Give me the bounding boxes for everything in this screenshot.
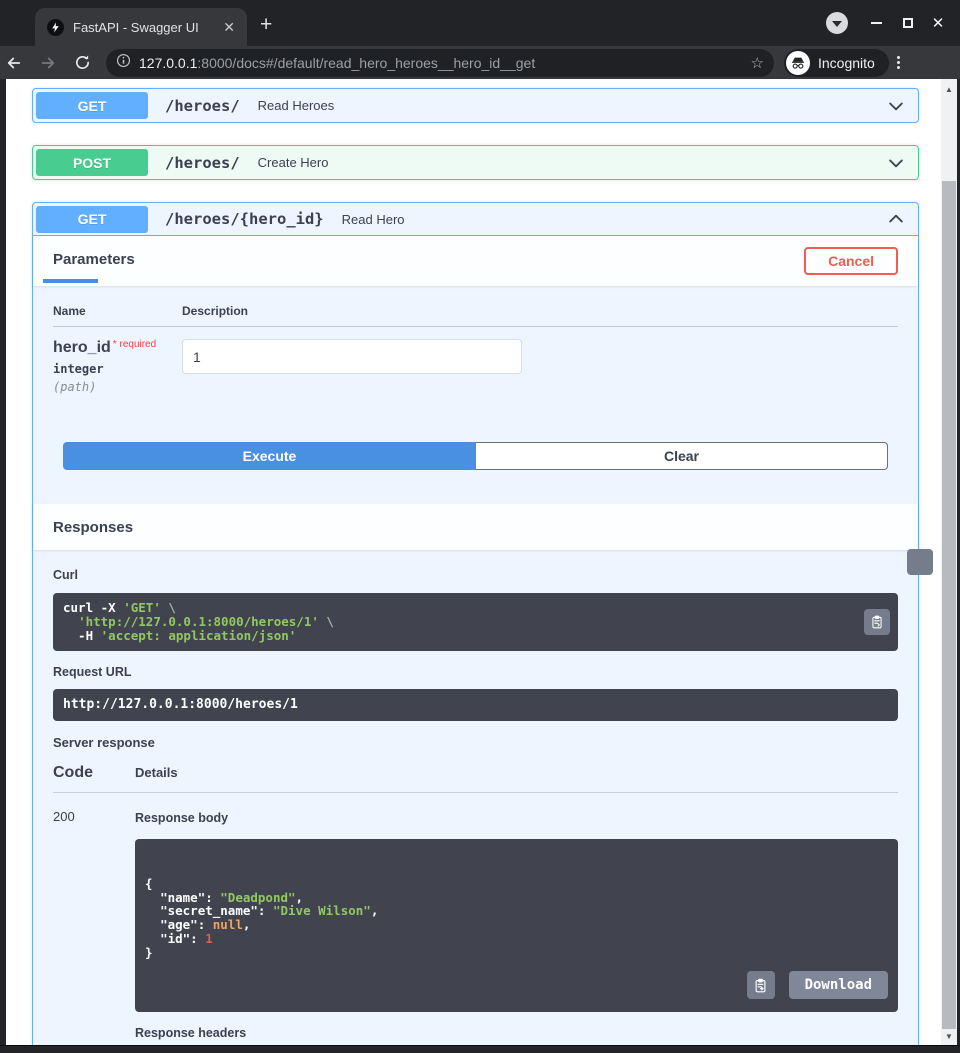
chevron-down-icon[interactable] xyxy=(884,96,906,116)
reload-icon[interactable] xyxy=(68,50,96,76)
back-icon[interactable] xyxy=(0,50,28,76)
op-summary-text: Create Hero xyxy=(257,155,329,170)
parameter-location: (path) xyxy=(53,380,97,394)
execute-button[interactable]: Execute xyxy=(63,442,476,470)
opblock-get-heroes: GET /heroes/ Read Heroes xyxy=(32,88,919,123)
url-text: 127.0.0.1:8000/docs#/default/read_hero_h… xyxy=(139,54,536,71)
status-code: 200 xyxy=(53,809,75,824)
fastapi-favicon-icon xyxy=(47,18,64,36)
op-summary-text: Read Hero xyxy=(341,211,405,227)
opblock-get-hero-by-id: GET /heroes/{hero_id} Read Hero Paramete… xyxy=(32,202,933,1045)
bookmark-star-icon[interactable]: ☆ xyxy=(751,54,764,72)
parameter-name: hero_id * required xyxy=(53,339,157,356)
responses-body: Curl curl -X 'GET' \ 'http://127.0.0.1:8… xyxy=(33,549,933,1045)
minimize-icon[interactable] xyxy=(866,14,886,32)
parameter-row-hero-id: hero_id * required integer (path) xyxy=(53,327,898,442)
curl-command-block: curl -X 'GET' \ 'http://127.0.0.1:8000/h… xyxy=(53,593,898,651)
parameter-value-cell xyxy=(182,339,522,394)
new-tab-icon[interactable]: + xyxy=(260,14,272,35)
name-column-header: Name xyxy=(53,304,86,318)
responses-title: Responses xyxy=(53,518,134,536)
chevron-up-icon[interactable] xyxy=(884,209,906,229)
op-path: /heroes/ xyxy=(165,153,240,172)
copy-response-icon[interactable] xyxy=(746,971,775,1000)
responses-section-header: Responses xyxy=(33,504,918,550)
op-summary-text: Read Heroes xyxy=(257,98,335,113)
response-headers-label: Response headers xyxy=(135,1026,247,1041)
parameters-table-header: Name Description xyxy=(53,304,898,327)
response-table-header: Code Details xyxy=(53,764,898,793)
chevron-down-icon[interactable] xyxy=(884,153,906,173)
response-row-200: 200 Response body { "name": "Deadpond", … xyxy=(53,793,898,1045)
browser-toolbar: 127.0.0.1:8000/docs#/default/read_hero_h… xyxy=(0,46,960,79)
code-column-header: Code xyxy=(53,764,93,781)
site-info-icon[interactable] xyxy=(116,53,131,73)
opblock-post-heroes: POST /heroes/ Create Hero xyxy=(32,145,919,180)
curl-label: Curl xyxy=(53,568,78,582)
maximize-icon[interactable] xyxy=(898,14,918,32)
response-body-label: Response body xyxy=(135,811,229,825)
tab-search-icon[interactable] xyxy=(826,12,848,34)
parameters-section-header: Parameters Cancel xyxy=(33,236,918,286)
clear-button[interactable]: Clear xyxy=(476,442,888,470)
scroll-up-icon[interactable]: ▲ xyxy=(941,85,957,94)
parameters-body: Name Description hero_id * required integ… xyxy=(33,286,918,442)
response-body-block: { "name": "Deadpond", "secret_name": "Di… xyxy=(135,839,898,1013)
method-badge-get: GET xyxy=(36,92,148,119)
scroll-down-icon[interactable]: ▼ xyxy=(941,1032,957,1041)
forward-icon[interactable] xyxy=(34,50,62,76)
tab-title: FastAPI - Swagger UI xyxy=(73,19,199,35)
incognito-badge: Incognito xyxy=(784,48,889,77)
window-bottom-border xyxy=(0,1045,960,1053)
server-response-table: Code Details 200 Response body { "name":… xyxy=(53,764,898,1045)
tab-close-icon[interactable]: ✕ xyxy=(219,19,239,36)
server-response-label: Server response xyxy=(53,735,155,750)
parameter-name-cell: hero_id * required integer (path) xyxy=(53,339,182,394)
method-badge-post: POST xyxy=(36,149,148,176)
request-url-label: Request URL xyxy=(53,665,132,679)
incognito-icon xyxy=(786,50,810,75)
active-tab-underline xyxy=(43,278,98,283)
incognito-label: Incognito xyxy=(818,54,875,71)
method-badge-get: GET xyxy=(36,205,148,233)
execute-wrapper: Execute Clear xyxy=(33,442,918,470)
browser-menu-icon[interactable] xyxy=(896,56,900,69)
hero-id-input[interactable] xyxy=(182,339,522,374)
op-path: /heroes/ xyxy=(165,96,240,115)
scrollbar-thumb[interactable] xyxy=(942,181,956,1029)
copy-curl-icon[interactable] xyxy=(864,609,890,635)
details-column-header: Details xyxy=(135,765,178,780)
opblock-summary-read-hero[interactable]: GET /heroes/{hero_id} Read Hero xyxy=(33,203,918,236)
opblock-summary-create-hero[interactable]: POST /heroes/ Create Hero xyxy=(33,146,918,179)
response-body-actions: Download xyxy=(746,971,888,1000)
download-button[interactable]: Download xyxy=(788,971,888,1000)
window-close-icon[interactable]: ✕ xyxy=(928,14,948,32)
description-column-header: Description xyxy=(182,304,249,318)
parameter-type: integer xyxy=(53,362,104,376)
page-scrollbar[interactable]: ▲ ▼ xyxy=(941,79,957,1045)
page-content: GET /heroes/ Read Heroes POST /heroes/ C… xyxy=(6,79,941,1045)
copy-curl-icon[interactable] xyxy=(907,549,933,575)
cancel-button[interactable]: Cancel xyxy=(804,247,898,275)
opblock-summary-read-heroes[interactable]: GET /heroes/ Read Heroes xyxy=(33,89,918,122)
response-json: { "name": "Deadpond", "secret_name": "Di… xyxy=(145,876,379,960)
response-details-cell: Response body { "name": "Deadpond", "sec… xyxy=(135,809,898,1045)
address-bar[interactable]: 127.0.0.1:8000/docs#/default/read_hero_h… xyxy=(106,48,774,77)
op-path: /heroes/{hero_id} xyxy=(165,210,324,228)
browser-tab[interactable]: FastAPI - Swagger UI ✕ xyxy=(35,8,247,46)
browser-titlebar: FastAPI - Swagger UI ✕ + ✕ xyxy=(0,0,960,46)
tab-parameters[interactable]: Parameters xyxy=(43,251,135,283)
request-url-block: http://127.0.0.1:8000/heroes/1 xyxy=(53,689,898,721)
